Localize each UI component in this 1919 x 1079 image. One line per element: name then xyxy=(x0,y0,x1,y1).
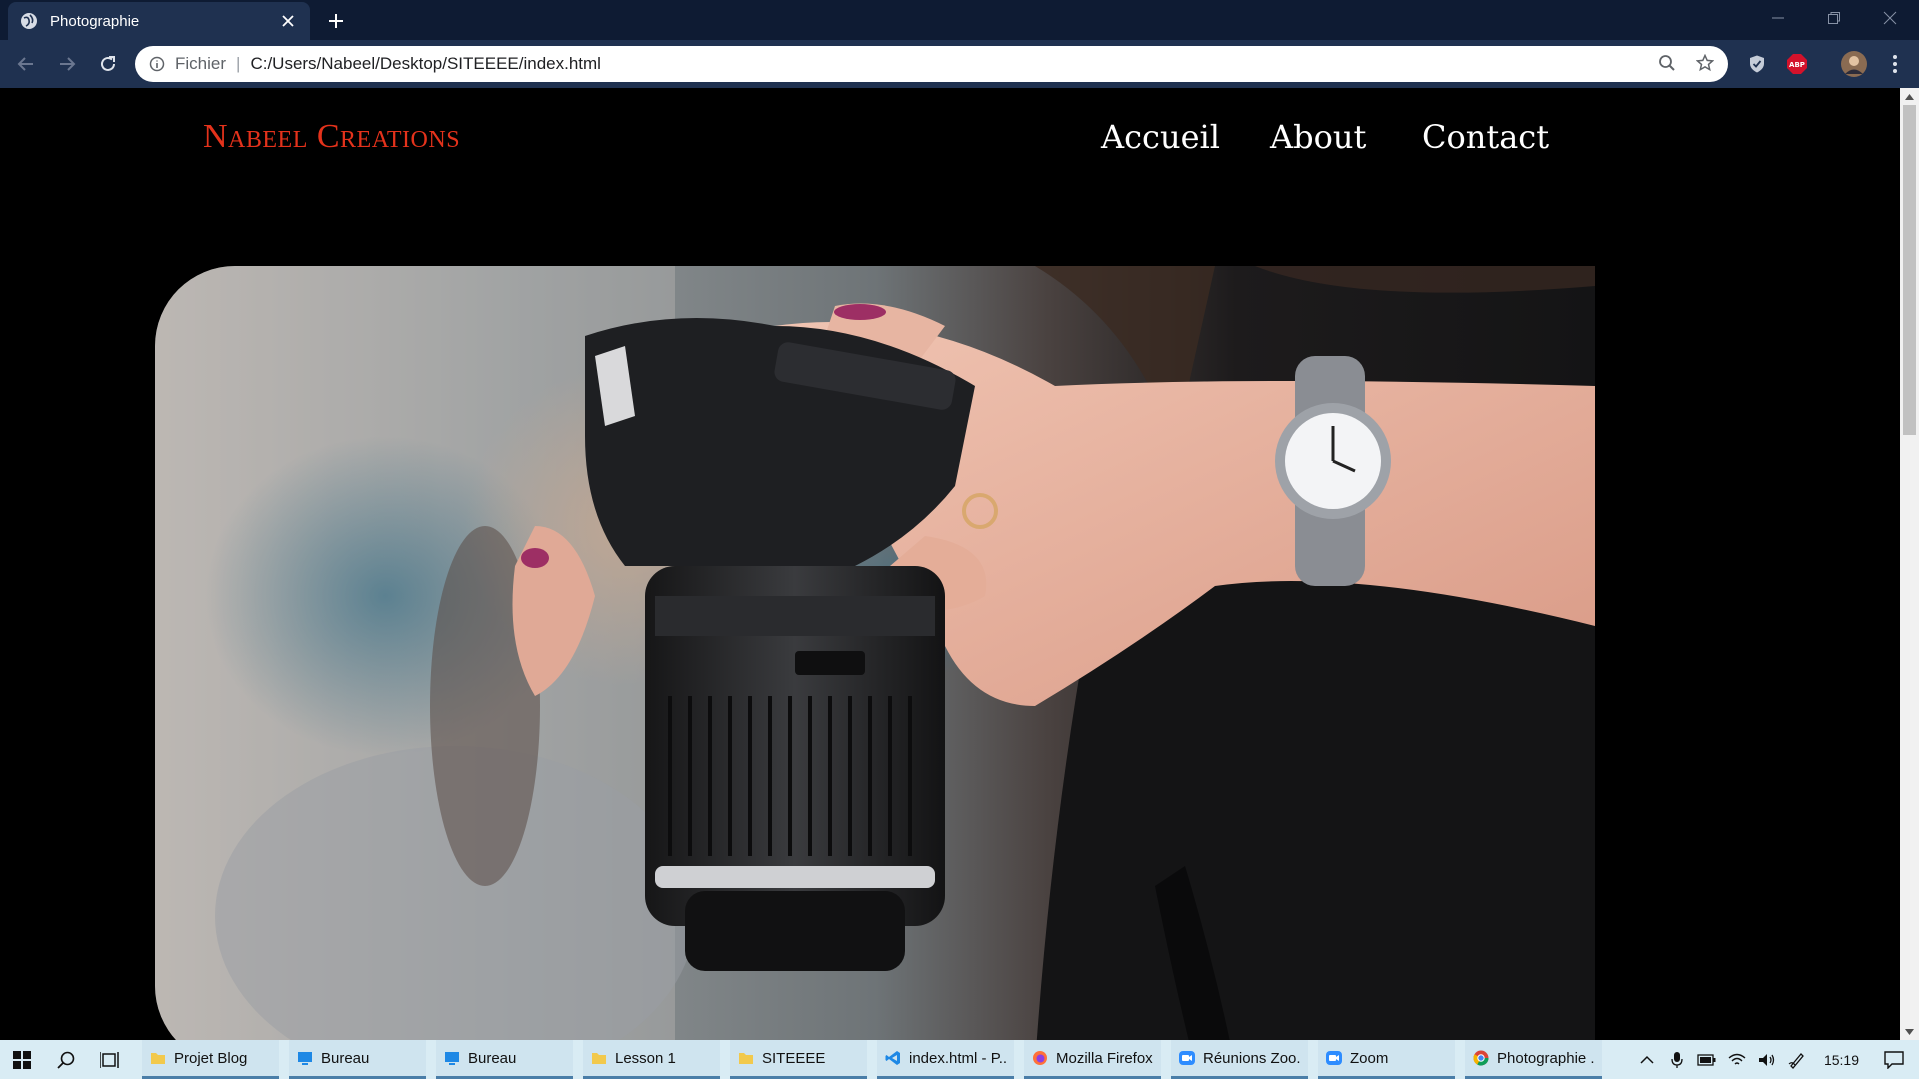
vscode-icon xyxy=(885,1050,901,1066)
browser-toolbar: Fichier | C:/Users/Nabeel/Desktop/SITEEE… xyxy=(0,40,1919,88)
zoom-magnifier-icon[interactable] xyxy=(1658,54,1676,77)
reload-button[interactable] xyxy=(94,50,122,78)
menu-kebab-icon[interactable] xyxy=(1883,52,1907,76)
windows-start-icon[interactable] xyxy=(0,1040,44,1079)
forward-button[interactable] xyxy=(53,50,81,78)
scheme-label: Fichier xyxy=(175,54,227,73)
zoom-icon xyxy=(1326,1050,1342,1066)
browser-tab[interactable]: Photographie xyxy=(8,2,310,40)
nav-contact[interactable]: Contact xyxy=(1422,118,1549,156)
microphone-icon[interactable] xyxy=(1662,1040,1692,1079)
tab-strip: Photographie xyxy=(0,0,1919,40)
back-button[interactable] xyxy=(12,50,40,78)
minimize-button[interactable] xyxy=(1750,0,1806,36)
tab-title: Photographie xyxy=(50,12,140,30)
system-tray: 15:19 xyxy=(1632,1040,1919,1079)
taskbar-item-firefox[interactable]: Mozilla Firefox xyxy=(1024,1040,1161,1079)
vertical-scrollbar[interactable] xyxy=(1900,88,1919,1040)
taskbar-item-zoom[interactable]: Zoom xyxy=(1318,1040,1455,1079)
scroll-thumb[interactable] xyxy=(1903,105,1916,435)
zoom-icon xyxy=(1179,1050,1195,1066)
windows-taskbar: Projet Blog Bureau Bureau Lesson 1 SITEE… xyxy=(0,1040,1919,1079)
nav-accueil[interactable]: Accueil xyxy=(1101,118,1220,156)
taskbar-item-chrome-photographie[interactable]: Photographie ... xyxy=(1465,1040,1602,1079)
info-icon[interactable] xyxy=(149,56,165,72)
desktop-icon xyxy=(444,1050,460,1066)
battery-icon[interactable] xyxy=(1692,1040,1722,1079)
close-window-button[interactable] xyxy=(1862,0,1918,36)
taskbar-item-bureau-1[interactable]: Bureau xyxy=(289,1040,426,1079)
volume-icon[interactable] xyxy=(1752,1040,1782,1079)
taskbar-item-siteeee[interactable]: SITEEEE xyxy=(730,1040,867,1079)
taskbar-item-lesson-1[interactable]: Lesson 1 xyxy=(583,1040,720,1079)
address-bar[interactable]: Fichier | C:/Users/Nabeel/Desktop/SITEEE… xyxy=(135,46,1728,82)
taskbar-item-vscode[interactable]: index.html - P... xyxy=(877,1040,1014,1079)
adblock-plus-icon[interactable]: ABP xyxy=(1785,52,1809,76)
nav-about[interactable]: About xyxy=(1270,118,1366,156)
desktop-icon xyxy=(297,1050,313,1066)
close-tab-icon[interactable] xyxy=(278,11,298,31)
chevron-up-icon[interactable] xyxy=(1632,1040,1662,1079)
wifi-icon[interactable] xyxy=(1722,1040,1752,1079)
task-view-icon[interactable] xyxy=(88,1040,132,1079)
profile-avatar[interactable] xyxy=(1840,50,1868,78)
firefox-icon xyxy=(1032,1050,1048,1066)
url-text[interactable]: C:/Users/Nabeel/Desktop/SITEEEE/index.ht… xyxy=(250,54,601,74)
restore-button[interactable] xyxy=(1806,0,1862,36)
clock[interactable]: 15:19 xyxy=(1824,1052,1859,1068)
page-viewport: Nabeel Creations Accueil About Contact xyxy=(0,88,1900,1040)
bookmark-star-icon[interactable] xyxy=(1695,53,1715,77)
folder-icon xyxy=(150,1050,166,1066)
hero-image xyxy=(155,266,1595,1040)
scroll-down-arrow-icon[interactable] xyxy=(1900,1023,1919,1040)
address-separator: | xyxy=(236,54,241,73)
scroll-up-arrow-icon[interactable] xyxy=(1900,88,1919,105)
globe-icon xyxy=(20,12,38,30)
taskbar-item-projet-blog[interactable]: Projet Blog xyxy=(142,1040,279,1079)
new-tab-button[interactable] xyxy=(324,9,348,33)
chrome-icon xyxy=(1473,1050,1489,1066)
folder-icon xyxy=(591,1050,607,1066)
folder-icon xyxy=(738,1050,754,1066)
taskbar-item-bureau-2[interactable]: Bureau xyxy=(436,1040,573,1079)
shield-icon[interactable] xyxy=(1745,52,1769,76)
search-icon[interactable] xyxy=(44,1040,88,1079)
pen-ink-icon[interactable] xyxy=(1782,1040,1812,1079)
site-logo[interactable]: Nabeel Creations xyxy=(203,118,460,156)
notifications-icon[interactable] xyxy=(1879,1040,1909,1079)
taskbar-item-reunions-zoom[interactable]: Réunions Zoo... xyxy=(1171,1040,1308,1079)
adblock-label: ABP xyxy=(1789,61,1805,69)
